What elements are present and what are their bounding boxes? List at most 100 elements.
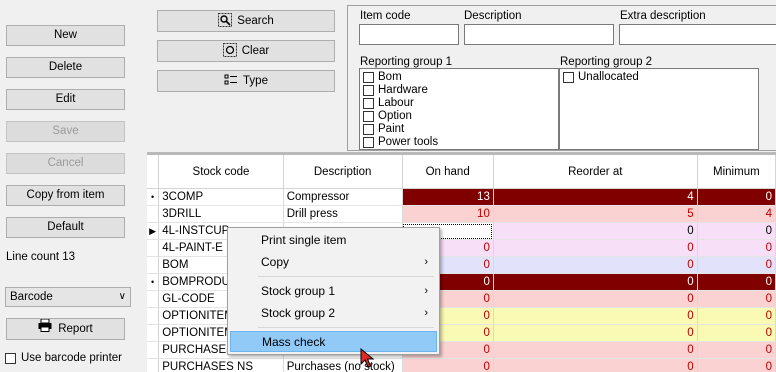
row-indicator[interactable]: • [147,274,159,291]
row-indicator[interactable] [147,257,159,274]
search-button[interactable]: Search [157,10,335,32]
checkbox[interactable] [563,72,574,83]
cell-minimum[interactable]: 4 [697,206,775,223]
clear-button[interactable]: Clear [157,40,335,62]
cell-stock-code[interactable]: PURCHASES NS [159,359,283,372]
new-button[interactable]: New [6,25,125,46]
row-indicator[interactable] [147,308,159,325]
cell-reorder-at[interactable]: 4 [493,189,697,206]
copy-from-item-button[interactable]: Copy from item [6,185,125,206]
list-item[interactable]: Bom [360,71,558,84]
menu-item-copy[interactable]: Copy› [230,252,437,273]
default-button[interactable]: Default [6,217,125,238]
panel-splitter[interactable] [138,0,147,369]
cell-description[interactable]: Compressor [283,189,402,206]
cell-minimum[interactable]: 0 [697,308,775,325]
cell-minimum[interactable]: 0 [697,223,775,240]
cell-minimum[interactable]: 0 [697,189,775,206]
row-indicator[interactable]: ▶ [147,223,159,240]
checkbox-box[interactable] [5,353,16,364]
checkbox[interactable] [363,98,374,109]
edit-button[interactable]: Edit [6,89,125,110]
table-row[interactable]: PURCHASES NSPurchases (no stock)000 [147,359,776,372]
cell-minimum[interactable]: 0 [697,325,775,342]
cell-stock-code[interactable]: 3COMP [159,189,283,206]
mouse-cursor-icon [360,348,374,372]
table-row[interactable]: 3DRILLDrill press1054 [147,206,776,223]
cell-reorder-at[interactable]: 0 [493,223,697,240]
type-button[interactable]: Type [157,70,335,92]
checkbox[interactable] [363,72,374,83]
cell-reorder-at[interactable]: 0 [493,291,697,308]
cell-on-hand[interactable]: 10 [402,206,493,223]
cell-reorder-at[interactable]: 0 [493,308,697,325]
checkbox[interactable] [363,111,374,122]
list-item[interactable]: Paint [360,123,558,136]
cell-description[interactable]: Drill press [283,206,402,223]
printer-icon [38,319,52,339]
column-header-reorder-at[interactable]: Reorder at [493,155,697,189]
delete-button[interactable]: Delete [6,57,125,78]
description-label: Description [464,10,522,22]
menu-item-stock-group-2[interactable]: Stock group 2› [230,303,437,324]
menu-item-label: Mass check [262,335,325,349]
column-header-stock-code[interactable]: Stock code [159,155,283,189]
cell-reorder-at[interactable]: 0 [493,257,697,274]
list-item-label: Option [378,110,412,123]
table-row[interactable]: •3COMPCompressor1340 [147,189,776,206]
use-barcode-printer-checkbox[interactable]: Use barcode printer [5,352,122,364]
list-item-label: Bom [378,71,402,84]
extra-description-label: Extra description [620,10,706,22]
list-item[interactable]: Power tools [360,136,558,149]
checkbox[interactable] [363,124,374,135]
save-button[interactable]: Save [6,121,125,142]
reporting-group-2-list[interactable]: Unallocated [559,68,759,150]
extra-description-input[interactable] [619,24,776,45]
menu-item-print-single-item[interactable]: Print single item [230,230,437,251]
cell-reorder-at[interactable]: 0 [493,240,697,257]
cell-stock-code[interactable]: 3DRILL [159,206,283,223]
row-indicator[interactable] [147,342,159,359]
menu-item-stock-group-1[interactable]: Stock group 1› [230,281,437,302]
row-indicator[interactable]: • [147,189,159,206]
list-item[interactable]: Option [360,110,558,123]
menu-separator [258,327,434,328]
filter-panel: Item code Description Extra description … [347,5,776,151]
cell-reorder-at[interactable]: 0 [493,274,697,291]
column-header-on-hand[interactable]: On hand [402,155,493,189]
checkbox[interactable] [363,137,374,148]
cell-reorder-at[interactable]: 0 [493,359,697,372]
row-indicator[interactable] [147,291,159,308]
reporting-group-1-label: Reporting group 1 [360,56,452,68]
report-button[interactable]: Report [6,318,125,340]
cell-minimum[interactable]: 0 [697,257,775,274]
cell-reorder-at[interactable]: 0 [493,342,697,359]
list-item[interactable]: Unallocated [560,71,758,84]
cell-description[interactable]: Purchases (no stock) [283,359,402,372]
cell-minimum[interactable]: 0 [697,359,775,372]
cell-reorder-at[interactable]: 5 [493,206,697,223]
reporting-group-1-list[interactable]: Bom Hardware Labour Option Paint Power t… [359,68,559,150]
cell-on-hand[interactable]: 0 [402,359,493,372]
row-indicator[interactable] [147,359,159,372]
row-indicator[interactable] [147,206,159,223]
description-input[interactable] [464,24,614,45]
cell-on-hand[interactable]: 13 [402,189,493,206]
row-indicator[interactable] [147,325,159,342]
list-item[interactable]: Hardware [360,84,558,97]
barcode-select-value: Barcode [10,291,53,303]
cancel-button[interactable]: Cancel [6,153,125,174]
cell-minimum[interactable]: 0 [697,274,775,291]
row-indicator[interactable] [147,240,159,257]
checkbox[interactable] [363,85,374,96]
list-item[interactable]: Labour [360,97,558,110]
column-header-minimum[interactable]: Minimum [697,155,775,189]
cell-reorder-at[interactable]: 0 [493,325,697,342]
column-header-description[interactable]: Description [283,155,402,189]
cell-minimum[interactable]: 0 [697,240,775,257]
menu-item-mass-check[interactable]: Mass check [230,331,437,352]
cell-minimum[interactable]: 0 [697,342,775,359]
item-code-input[interactable] [359,24,459,45]
cell-minimum[interactable]: 0 [697,291,775,308]
barcode-select[interactable]: Barcode ∨ [5,287,131,307]
